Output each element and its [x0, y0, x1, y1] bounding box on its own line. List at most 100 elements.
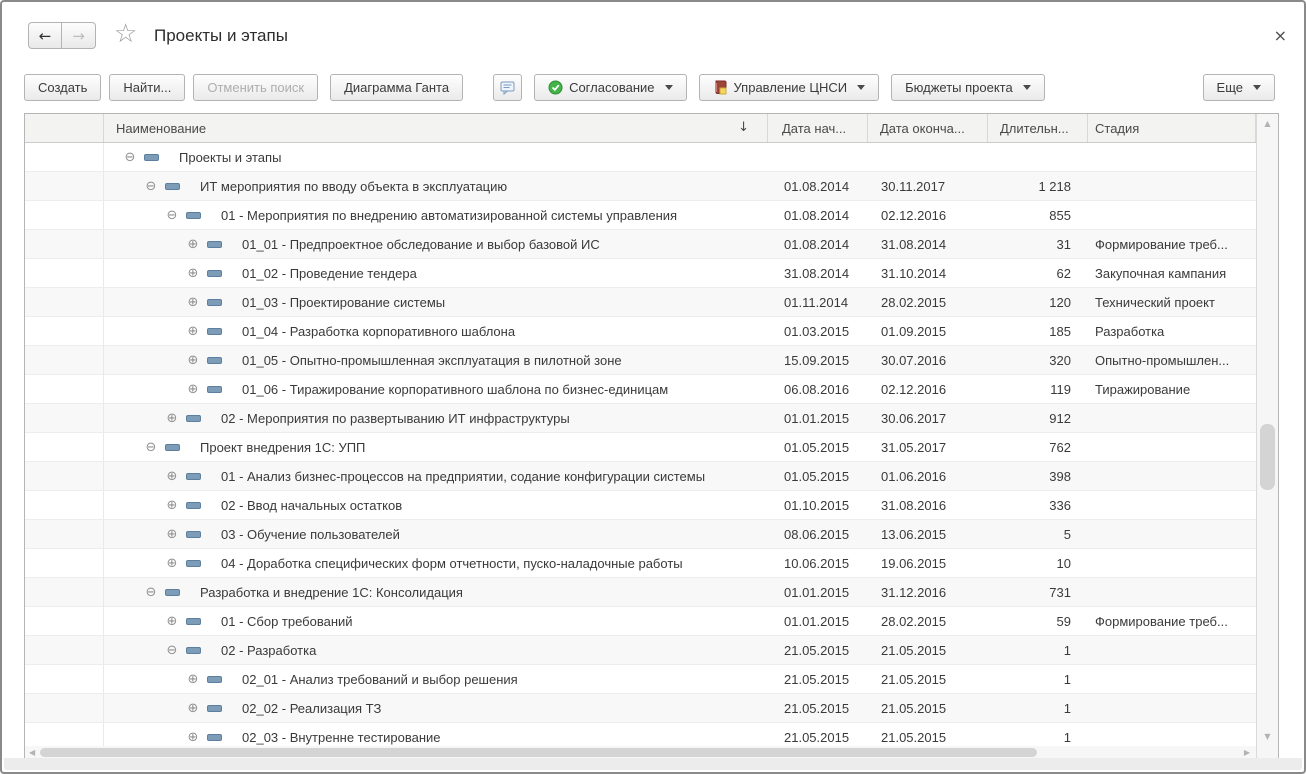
vertical-scrollbar[interactable]: ▲ ▼ — [1256, 114, 1278, 759]
table-row[interactable]: ⊕ 01_06 - Тиражирование корпоративного ша… — [25, 375, 1278, 404]
row-duration: 762 — [988, 433, 1088, 461]
row-stage — [1088, 404, 1256, 432]
column-header-blank[interactable] — [25, 114, 104, 142]
table-row[interactable]: ⊖01 - Мероприятия по внедрению автоматиз… — [25, 201, 1278, 230]
table-row[interactable]: ⊕01 - Сбор требований01.01.201528.02.201… — [25, 607, 1278, 636]
table-row[interactable]: ⊕01_05 - Опытно-промышленная эксплуатаци… — [25, 346, 1278, 375]
more-menu-button[interactable]: Еще — [1203, 74, 1275, 101]
table-row[interactable]: ⊕03 - Обучение пользователей08.06.201513… — [25, 520, 1278, 549]
table-row[interactable]: ⊖ Разработка и внедрение 1С: Консолидация… — [25, 578, 1278, 607]
row-marker-cell — [25, 375, 104, 403]
scroll-left-icon[interactable]: ◀ — [29, 748, 35, 757]
table-row[interactable]: ⊕04 - Доработка специфических форм отчет… — [25, 549, 1278, 578]
expand-icon[interactable]: ⊕ — [165, 557, 179, 570]
project-item-icon — [207, 734, 222, 741]
row-name-cell: ⊖02 - Разработка — [104, 636, 768, 664]
column-header-label: Дата нач... — [782, 121, 846, 136]
table-body: ⊖Проекты и этапы⊖ИТ мероприятия по вводу… — [25, 143, 1278, 752]
table-row[interactable]: ⊕01_03 - Проектирование системы01.11.201… — [25, 288, 1278, 317]
expand-icon[interactable]: ⊕ — [186, 238, 200, 251]
approval-menu-button[interactable]: Согласование — [534, 74, 686, 101]
row-start-date: 31.08.2014 — [768, 259, 868, 287]
projects-tree-table: Наименование↓ Дата нач... Дата оконча...Дл… — [24, 113, 1279, 760]
table-row[interactable]: ⊕02 - Ввод начальных остатков01.10.20153… — [25, 491, 1278, 520]
column-header-start-date[interactable]: Дата нач... — [768, 114, 868, 142]
scroll-right-icon[interactable]: ▶ — [1244, 748, 1250, 757]
table-row[interactable]: ⊖02 - Разработка21.05.201521.05.20151 — [25, 636, 1278, 665]
scroll-down-icon[interactable]: ▼ — [1257, 732, 1278, 741]
column-header-stage[interactable]: Стадия — [1088, 114, 1256, 142]
row-name: 01_06 - Тиражирование корпоративного шаб… — [242, 382, 668, 397]
expand-icon[interactable]: ⊕ — [186, 673, 200, 686]
project-budgets-menu-button[interactable]: Бюджеты проекта — [891, 74, 1045, 101]
find-button[interactable]: Найти... — [109, 74, 185, 101]
create-button[interactable]: Создать — [24, 74, 101, 101]
table-row[interactable]: ⊕01 - Анализ бизнес-процессов на предпри… — [25, 462, 1278, 491]
row-marker-cell — [25, 636, 104, 664]
row-name-cell: ⊕03 - Обучение пользователей — [104, 520, 768, 548]
row-end-date: 28.02.2015 — [868, 288, 988, 316]
favorite-star-icon[interactable]: ☆ — [114, 21, 137, 47]
project-item-icon — [207, 705, 222, 712]
collapse-icon[interactable]: ⊖ — [144, 586, 158, 599]
table-row[interactable]: ⊕01_02 - Проведение тендера31.08.201431.… — [25, 259, 1278, 288]
expand-icon[interactable]: ⊕ — [186, 383, 200, 396]
row-start-date: 01.08.2014 — [768, 172, 868, 200]
row-name-cell: ⊕02_01 - Анализ требований и выбор решен… — [104, 665, 768, 693]
table-row[interactable]: ⊖Проект внедрения 1С: УПП01.05.201531.05… — [25, 433, 1278, 462]
table-row[interactable]: ⊕02 - Мероприятия по развертыванию ИТ ин… — [25, 404, 1278, 433]
vertical-scrollbar-thumb[interactable] — [1260, 424, 1275, 490]
expand-icon[interactable]: ⊕ — [165, 412, 179, 425]
expand-icon[interactable]: ⊕ — [186, 702, 200, 715]
expand-icon[interactable]: ⊕ — [165, 499, 179, 512]
cancel-search-label: Отменить поиск — [207, 80, 304, 95]
scroll-up-icon[interactable]: ▲ — [1257, 119, 1278, 128]
collapse-icon[interactable]: ⊖ — [165, 209, 179, 222]
column-header-duration[interactable]: Длительн... — [988, 114, 1088, 142]
expand-icon[interactable]: ⊕ — [186, 325, 200, 338]
collapse-icon[interactable]: ⊖ — [123, 151, 137, 164]
back-button[interactable]: ← — [28, 22, 62, 49]
row-start-date: 01.05.2015 — [768, 433, 868, 461]
row-marker-cell — [25, 201, 104, 229]
row-start-date: 01.10.2015 — [768, 491, 868, 519]
row-stage — [1088, 549, 1256, 577]
expand-icon[interactable]: ⊕ — [165, 528, 179, 541]
table-row[interactable]: ⊕01_01 - Предпроектное обследование и вы… — [25, 230, 1278, 259]
comments-button[interactable] — [493, 74, 522, 101]
gantt-chart-button[interactable]: Диаграмма Ганта — [330, 74, 463, 101]
approval-button-label: Согласование — [569, 80, 654, 95]
row-end-date: 02.12.2016 — [868, 201, 988, 229]
row-name-cell: ⊕01_05 - Опытно-промышленная эксплуатаци… — [104, 346, 768, 374]
column-header-end-date[interactable]: Дата оконча... — [868, 114, 988, 142]
expand-icon[interactable]: ⊕ — [186, 296, 200, 309]
approval-check-icon — [548, 80, 563, 95]
expand-icon[interactable]: ⊕ — [186, 267, 200, 280]
expand-icon[interactable]: ⊕ — [165, 470, 179, 483]
row-marker-cell — [25, 665, 104, 693]
table-row[interactable]: ⊕01_04 - Разработка корпоративного шабло… — [25, 317, 1278, 346]
row-marker-cell — [25, 549, 104, 577]
table-row[interactable]: ⊕02_01 - Анализ требований и выбор решен… — [25, 665, 1278, 694]
collapse-icon[interactable]: ⊖ — [165, 644, 179, 657]
table-row[interactable]: ⊖ИТ мероприятия по вводу объекта в экспл… — [25, 172, 1278, 201]
row-end-date: 02.12.2016 — [868, 375, 988, 403]
expand-icon[interactable]: ⊕ — [186, 354, 200, 367]
collapse-icon[interactable]: ⊖ — [144, 180, 158, 193]
mdm-menu-button[interactable]: Управление ЦНСИ — [699, 74, 880, 101]
row-name: Разработка и внедрение 1С: Консолидация — [200, 585, 463, 600]
row-name: 02_02 - Реализация ТЗ — [242, 701, 381, 716]
project-item-icon — [207, 328, 222, 335]
row-stage — [1088, 578, 1256, 606]
table-row[interactable]: ⊖Проекты и этапы — [25, 143, 1278, 172]
project-item-icon — [186, 531, 201, 538]
expand-icon[interactable]: ⊕ — [165, 615, 179, 628]
expand-icon[interactable]: ⊕ — [186, 731, 200, 744]
collapse-icon[interactable]: ⊖ — [144, 441, 158, 454]
table-row[interactable]: ⊕02_02 - Реализация ТЗ21.05.201521.05.20… — [25, 694, 1278, 723]
horizontal-scrollbar-thumb[interactable] — [40, 748, 1037, 757]
row-stage — [1088, 636, 1256, 664]
row-name-cell: ⊖ИТ мероприятия по вводу объекта в экспл… — [104, 172, 768, 200]
column-header-name[interactable]: Наименование↓ — [104, 114, 768, 142]
close-icon[interactable]: × — [1274, 26, 1287, 45]
